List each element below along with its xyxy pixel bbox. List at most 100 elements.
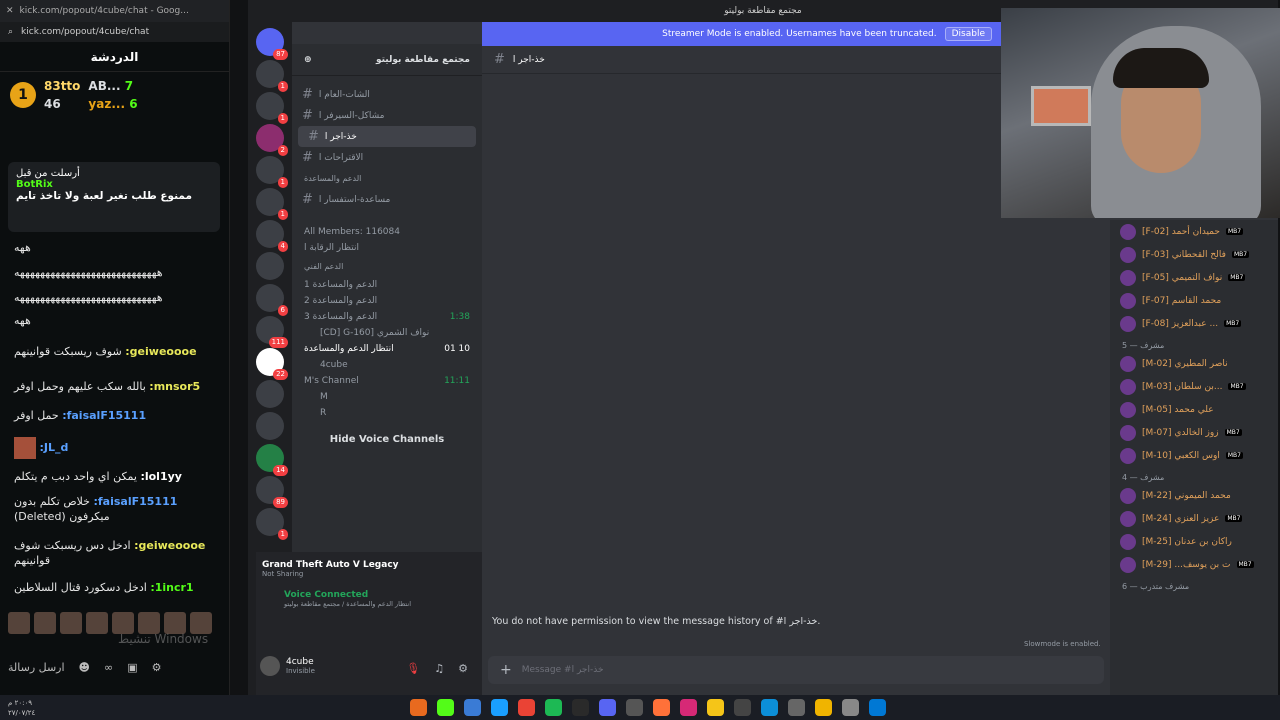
chat-message: faisalF15111: خلاص تكلم بدون ميكرفون (De…	[14, 495, 178, 523]
server-icon[interactable]: 2	[256, 124, 288, 156]
emote	[14, 437, 36, 459]
member-category: مشرف — 4	[1122, 473, 1165, 482]
plus-icon[interactable]: +	[500, 662, 512, 678]
server-icon[interactable]: 111	[256, 316, 288, 348]
voice-user[interactable]: R	[292, 405, 482, 421]
pinned-bot: BotRix	[16, 179, 53, 190]
headphones-icon[interactable]: ♫	[434, 662, 444, 675]
channel-item[interactable]: # الاقتراحات ا	[292, 147, 482, 168]
chat-message: ههههههههههههههههههههههههههههه	[14, 291, 163, 304]
chat-message: mnsor5: بالله سكب عليهم وحمل اوفر	[14, 380, 201, 393]
channel-item[interactable]: # مشاكل-السيرفر ا	[292, 105, 482, 126]
slowmode-notice: Slowmode is enabled.	[1024, 640, 1101, 648]
voice-channel[interactable]: الدعم والمساعدة 2	[292, 293, 482, 309]
member-item[interactable]: [M-03] بن سلطان... MB7	[1110, 375, 1278, 398]
channel-item[interactable]: # الشات-العام ا	[292, 84, 482, 105]
user-name: 4cube	[286, 657, 314, 667]
member-item[interactable]: [M-29] ...ت بن يوسف MB7	[1110, 553, 1278, 576]
message-composer[interactable]: + Message #خذ-اجر ا	[488, 656, 1104, 684]
member-item[interactable]: [F-03] فالح القحطاني MB7	[1110, 243, 1278, 266]
server-icon[interactable]: 1	[256, 156, 288, 188]
settings-icon[interactable]: ⚙	[458, 662, 468, 675]
mute-icon[interactable]: 🎙	[406, 662, 420, 675]
server-icon[interactable]: 4	[256, 220, 288, 252]
member-item[interactable]: [F-02] حميدان أحمد MB7	[1110, 220, 1278, 243]
voice-channel[interactable]: الدعم والمساعدة 3 1:38	[292, 309, 482, 325]
member-item[interactable]: [M-10] اوس الكعبي MB7	[1110, 444, 1278, 467]
voice-channel[interactable]: انتظار الرقابة ا	[292, 240, 482, 256]
server-icon[interactable]: 1	[256, 508, 288, 540]
member-item[interactable]: [M-07] زوز الخالدي MB7	[1110, 421, 1278, 444]
category-header[interactable]: الدعم الفني	[292, 256, 482, 277]
pinned-text: ممنوع طلب تغير لعبة ولا تاخذ تايم	[16, 190, 192, 202]
member-item[interactable]: [M-22] محمد الميموني	[1110, 484, 1278, 507]
member-item[interactable]: [F-05] نواف التميمي MB7	[1110, 266, 1278, 289]
member-item[interactable]: [F-08] عبدالعزيز ... MB7	[1110, 312, 1278, 335]
pinned-message[interactable]: أرسلت من قبل BotRix ممنوع طلب تغير لعبة …	[8, 162, 220, 232]
emote-strip[interactable]	[8, 612, 212, 634]
voice-user[interactable]: [CD] G-160] نواف الشمري	[292, 325, 482, 341]
voice-user[interactable]: 4cube	[292, 357, 482, 373]
channel-item-active[interactable]: # خذ-اجر ا	[298, 126, 476, 147]
channel-header-name: خذ-اجر ا	[512, 54, 545, 65]
app-icon	[410, 699, 427, 716]
taskbar-apps[interactable]	[410, 699, 886, 716]
app-icon	[572, 699, 589, 716]
emoji-icon[interactable]: ☻	[79, 661, 90, 674]
member-category: مشرف — 5	[1122, 341, 1165, 350]
activity[interactable]: Grand Theft Auto V Legacy Not Sharing	[256, 552, 482, 586]
voice-channel[interactable]: انتظار الدعم والمساعدة 01 10	[292, 341, 482, 357]
server-icon[interactable]: 22	[256, 348, 288, 380]
invite-icon[interactable]: ⊕	[304, 55, 312, 65]
send-input[interactable]: ارسل رسالة	[8, 661, 65, 674]
member-category: مشرف متدرب — 6	[1122, 582, 1190, 591]
server-icon[interactable]: 6	[256, 284, 288, 316]
channel-item[interactable]: # مساعدة-استفسار ا	[292, 189, 482, 210]
server-header[interactable]: ⊕ مجتمع مقاطعة بوليتو	[292, 44, 482, 76]
avatar	[1120, 401, 1136, 418]
member-item[interactable]: [M-25] راكان بن عدنان	[1110, 530, 1278, 553]
voice-channel[interactable]: M's Channel 11:11	[292, 373, 482, 389]
voice-channel[interactable]: الدعم والمساعدة 1	[292, 277, 482, 293]
server-icon[interactable]: 1	[256, 60, 288, 92]
member-item[interactable]: [M-02] ناصر المطيري	[1110, 352, 1278, 375]
home-icon[interactable]: 87	[256, 28, 288, 60]
hide-voice-channels-button[interactable]: Hide Voice Channels	[304, 429, 470, 451]
rank-one-badge: 1	[10, 82, 36, 108]
server-icon[interactable]	[256, 412, 284, 440]
leader-third-name: yaz...	[88, 97, 126, 111]
server-icon[interactable]	[256, 252, 284, 280]
app-icon	[437, 699, 454, 716]
infinity-icon[interactable]: ∞	[104, 661, 113, 674]
server-icon[interactable]: 1	[256, 92, 288, 124]
server-icon[interactable]: 14	[256, 444, 288, 476]
address-bar[interactable]: ⌕ kick.com/popout/4cube/chat	[0, 22, 229, 42]
voice-channel[interactable]: All Members: 116084	[292, 224, 482, 240]
app-icon	[626, 699, 643, 716]
instagram-icon	[680, 699, 697, 716]
app-icon	[734, 699, 751, 716]
member-item[interactable]: [M-24] عزيز العنزي MB7	[1110, 507, 1278, 530]
chat-input-bar[interactable]: ارسل رسالة ☻ ∞ ▣ ⚙	[0, 640, 230, 695]
category-header[interactable]: الدعم والمساعدة	[292, 168, 482, 189]
account[interactable]: 4cube Invisible	[260, 656, 315, 676]
avatar	[1120, 223, 1136, 240]
gift-icon[interactable]: ▣	[127, 661, 137, 674]
close-icon[interactable]: ✕	[6, 6, 14, 16]
server-icon[interactable]: 89	[256, 476, 288, 508]
server-icon[interactable]	[256, 380, 284, 408]
disable-button[interactable]: Disable	[944, 27, 992, 41]
app-icon	[491, 699, 508, 716]
leader-first-count: 46	[44, 97, 61, 111]
app-icon	[464, 699, 481, 716]
member-item[interactable]: [M-05] علي محمد	[1110, 398, 1278, 421]
voice-status[interactable]: Voice Connected انتظار الدعم والمساعدة /…	[256, 586, 482, 612]
server-icon[interactable]: 1	[256, 188, 288, 220]
message-list: ههه ههههههههههههههههههههههههههههه هههههه…	[0, 238, 230, 597]
member-name: [M-29] ...ت بن يوسف	[1142, 559, 1231, 570]
chrome-icon	[518, 699, 535, 716]
voice-user[interactable]: M	[292, 389, 482, 405]
member-item[interactable]: [F-07] محمد القاسم	[1110, 289, 1278, 312]
chat-message: 1incr1: ادخل دسكورد قتال السلاطين	[14, 581, 194, 594]
gear-icon[interactable]: ⚙	[152, 661, 162, 674]
